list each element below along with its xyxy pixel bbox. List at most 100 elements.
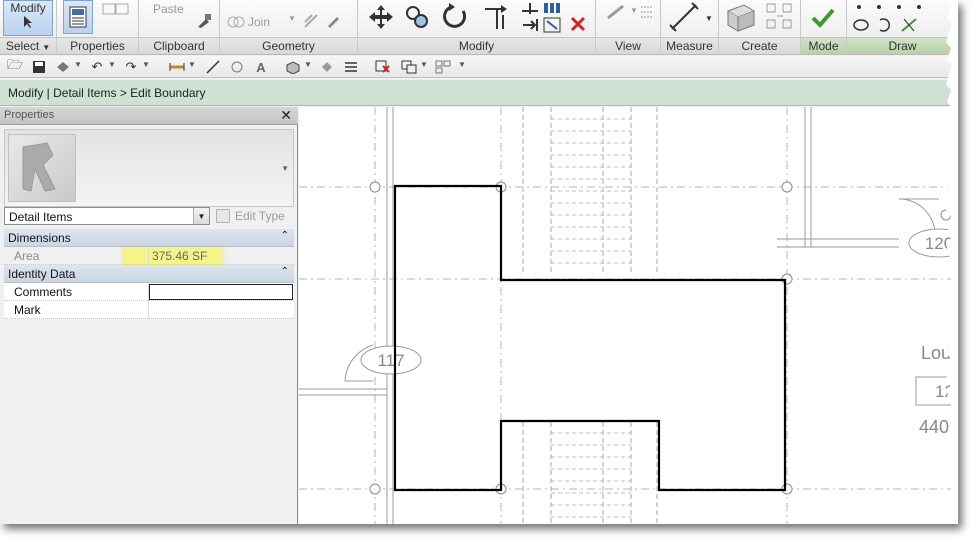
edit-type-icon [216,209,230,223]
close-hidden-icon[interactable] [374,58,392,76]
panel-select-label[interactable]: Select ▼ [0,37,56,54]
3d-view-icon[interactable] [284,58,302,76]
text-icon[interactable]: A [252,58,270,76]
chevron-down-icon: ▼ [288,14,296,23]
panel-measure-label: Measure [661,37,718,54]
collapse-icon[interactable]: ⌃ [281,230,289,241]
chevron-down-icon: ▼ [74,60,82,69]
tag-icon[interactable] [228,58,246,76]
chevron-down-icon[interactable]: ▼ [281,164,289,173]
panel-geometry: Join ▼ Geometry [220,0,358,55]
trim-icon[interactable] [482,2,512,32]
chevron-down-icon: ▼ [630,6,638,15]
quick-access-toolbar: 🗁 ▼ ↶ ▼ ↷ ▼ ▼ A ▼ ▼ ▼ [0,56,958,78]
draw-tools-icon[interactable] [851,0,955,14]
rotate-icon[interactable] [440,2,470,32]
modify-tool-button[interactable]: Modify [3,0,53,36]
panel-geometry-label: Geometry [220,37,357,54]
wall-joins-icon[interactable] [302,12,320,30]
table-row: Mark [4,301,294,319]
save-icon[interactable] [30,58,48,76]
section-icon[interactable] [318,58,336,76]
finish-check-icon[interactable] [809,4,837,32]
room-tag-117[interactable]: 117 [377,351,404,370]
family-selector[interactable]: Detail Items ▼ [4,207,210,225]
array-icon[interactable] [542,0,562,16]
paste-button[interactable]: Paste [153,2,184,16]
panel-create-label: Create [719,37,800,54]
ribbon: Modify Select ▼ Properties Paste Clipboar… [0,0,958,55]
prop-key-area: Area [14,249,40,263]
collapse-icon[interactable]: ⌃ [281,266,289,277]
panel-measure: ▼ Measure [661,0,719,55]
redo-icon[interactable]: ↷ [122,58,140,76]
prop-value-area: 375.46 SF [152,249,208,263]
paint-icon[interactable] [324,12,342,30]
panel-clipboard-label: Clipboard [139,37,219,54]
type-properties-icon[interactable] [101,2,131,18]
comments-field[interactable] [149,284,293,300]
modify-arrow-icon [24,16,32,28]
panel-mode: Mode [801,0,847,55]
pick-lines-icon[interactable] [899,16,919,34]
floor-plan: 117 120 Lou 12 440 [299,107,958,524]
panel-mode-label: Mode [801,37,846,54]
prop-key-comments: Comments [14,285,73,299]
measure-icon[interactable] [667,0,701,34]
tile-icon[interactable] [434,58,452,76]
chevron-down-icon: ▼ [142,60,150,69]
thin-lines-icon[interactable] [342,58,360,76]
family-selector-value: Detail Items [9,210,73,224]
chevron-down-icon: ▼ [420,60,428,69]
join-button[interactable]: Join [248,15,270,29]
create-group-icon[interactable] [763,0,797,34]
chevron-down-icon: ▼ [304,60,312,69]
open-icon[interactable]: 🗁 [6,57,24,76]
edit-type-button[interactable]: Edit Type [216,207,285,225]
modify-tool-label: Modify [10,1,46,15]
group-identity-data[interactable]: Identity Data ⌃ [4,265,294,283]
aligned-dimension-icon[interactable] [204,58,222,76]
room-area-label[interactable]: 440 [919,417,949,437]
panel-properties: Properties [57,0,139,55]
arc-icon[interactable] [875,16,895,34]
drawing-canvas[interactable]: 117 120 Lou 12 440 [299,107,958,524]
match-properties-icon[interactable] [195,12,213,30]
align-icon[interactable] [520,16,540,34]
delete-icon[interactable] [568,14,588,34]
split-icon[interactable] [520,0,540,16]
properties-palette: Properties ✕ ▼ Detail Items ▼ Edit Type … [0,107,298,524]
group-dimensions[interactable]: Dimensions ⌃ [4,229,294,247]
panel-draw: Draw [847,0,958,55]
properties-title-bar[interactable]: Properties ✕ [0,107,298,125]
panel-properties-label: Properties [57,37,138,54]
panel-draw-label: Draw [847,37,958,54]
linework-icon[interactable] [638,2,656,22]
revit-window: Modify Select ▼ Properties Paste Clipboar… [0,0,958,524]
scale-icon[interactable] [542,16,562,34]
type-selector[interactable]: ▼ [4,129,294,207]
room-name-label[interactable]: Lou [921,343,951,363]
panel-modify: Modify [358,0,596,55]
undo-icon[interactable]: ↶ [88,58,106,76]
breadcrumb: Modify | Detail Items > Edit Boundary [8,86,206,100]
switch-windows-icon[interactable] [400,58,418,76]
create-icon[interactable] [723,0,757,34]
join-icon[interactable] [226,14,246,30]
properties-button[interactable] [63,0,93,34]
boundary-sketch[interactable] [393,184,787,492]
measure-qat-icon[interactable] [168,58,186,76]
customize-qat-icon[interactable]: ▼ [458,60,466,69]
copy-icon[interactable] [402,2,432,32]
ellipse-icon[interactable] [851,16,871,34]
type-thumbnail [8,134,76,202]
chevron-down-icon[interactable]: ▼ [193,208,209,224]
view-icon[interactable] [604,2,630,22]
panel-modify-label: Modify [358,37,595,54]
close-icon[interactable]: ✕ [280,107,292,124]
panel-select: Modify Select ▼ [0,0,57,55]
move-icon[interactable] [366,2,396,32]
chevron-down-icon: ▼ [42,43,51,52]
sync-icon[interactable] [54,58,72,76]
properties-icon [69,6,87,28]
